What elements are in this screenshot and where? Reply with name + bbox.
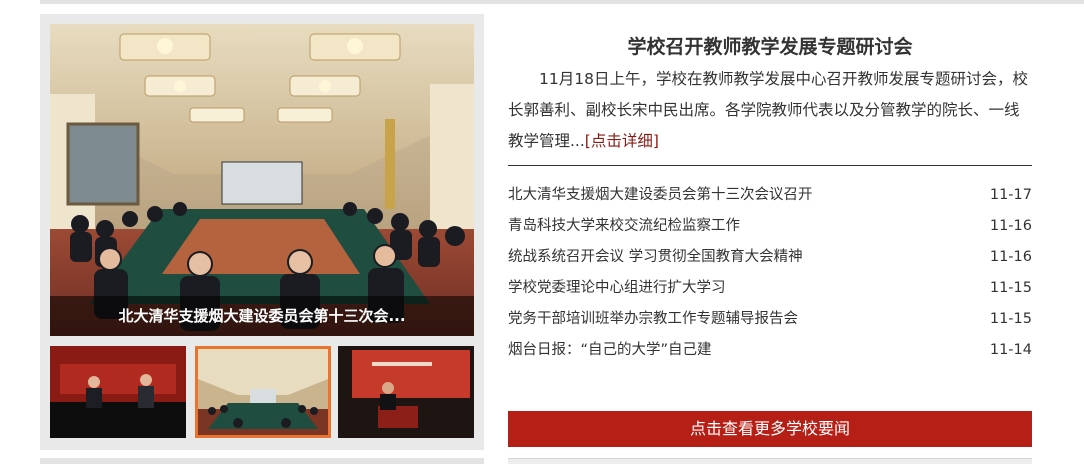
headline-title[interactable]: 学校召开教师教学发展专题研讨会 — [508, 32, 1032, 59]
news-item[interactable]: 北大清华支援烟大建设委员会第十三次会议召开 11-17 — [508, 180, 1032, 211]
thumbnail-2[interactable] — [195, 346, 331, 438]
conference-hall-image — [50, 24, 474, 336]
bottom-panel-right — [508, 458, 1032, 464]
thumbnail-1[interactable] — [50, 346, 186, 438]
news-item[interactable]: 烟台日报：“自己的大学”自己建 11-14 — [508, 335, 1032, 366]
thumbnail-3[interactable] — [338, 346, 474, 438]
divider — [508, 165, 1032, 166]
news-title[interactable]: 烟台日报：“自己的大学”自己建 — [508, 335, 968, 366]
featured-photo[interactable]: 北大清华支援烟大建设委员会第十三次会... — [50, 24, 474, 336]
news-item[interactable]: 学校党委理论中心组进行扩大学习 11-15 — [508, 273, 1032, 304]
news-date: 11-16 — [989, 249, 1032, 265]
news-date: 11-17 — [989, 187, 1032, 203]
thumbnail-image-speakers — [50, 346, 186, 438]
headline-summary: 11月18日上午，学校在教师教学发展中心召开教师发展专题研讨会，校长郭善利、副校… — [508, 64, 1032, 157]
news-date: 11-14 — [989, 342, 1032, 358]
news-title[interactable]: 统战系统召开会议 学习贯彻全国教育大会精神 — [508, 242, 968, 273]
top-divider — [40, 0, 1084, 4]
thumbnail-image-lecture — [338, 346, 474, 438]
thumbnail-image-hall — [198, 349, 328, 435]
featured-caption[interactable]: 北大清华支援烟大建设委员会第十三次会... — [50, 296, 474, 336]
news-item[interactable]: 党务干部培训班举办宗教工作专题辅导报告会 11-15 — [508, 304, 1032, 335]
news-date: 11-15 — [989, 311, 1032, 327]
news-list: 北大清华支援烟大建设委员会第十三次会议召开 11-17 青岛科技大学来校交流纪检监… — [508, 180, 1032, 366]
news-title[interactable]: 青岛科技大学来校交流纪检监察工作 — [508, 211, 968, 242]
more-news-button[interactable]: 点击查看更多学校要闻 — [508, 411, 1032, 447]
news-title[interactable]: 党务干部培训班举办宗教工作专题辅导报告会 — [508, 304, 968, 335]
news-date: 11-16 — [989, 218, 1032, 234]
news-title[interactable]: 北大清华支援烟大建设委员会第十三次会议召开 — [508, 180, 968, 211]
bottom-panel-left — [40, 458, 484, 464]
read-more-link[interactable]: [点击详细] — [585, 132, 659, 150]
news-title[interactable]: 学校党委理论中心组进行扩大学习 — [508, 273, 968, 304]
news-date: 11-15 — [989, 280, 1032, 296]
news-item[interactable]: 统战系统召开会议 学习贯彻全国教育大会精神 11-16 — [508, 242, 1032, 273]
news-item[interactable]: 青岛科技大学来校交流纪检监察工作 11-16 — [508, 211, 1032, 242]
